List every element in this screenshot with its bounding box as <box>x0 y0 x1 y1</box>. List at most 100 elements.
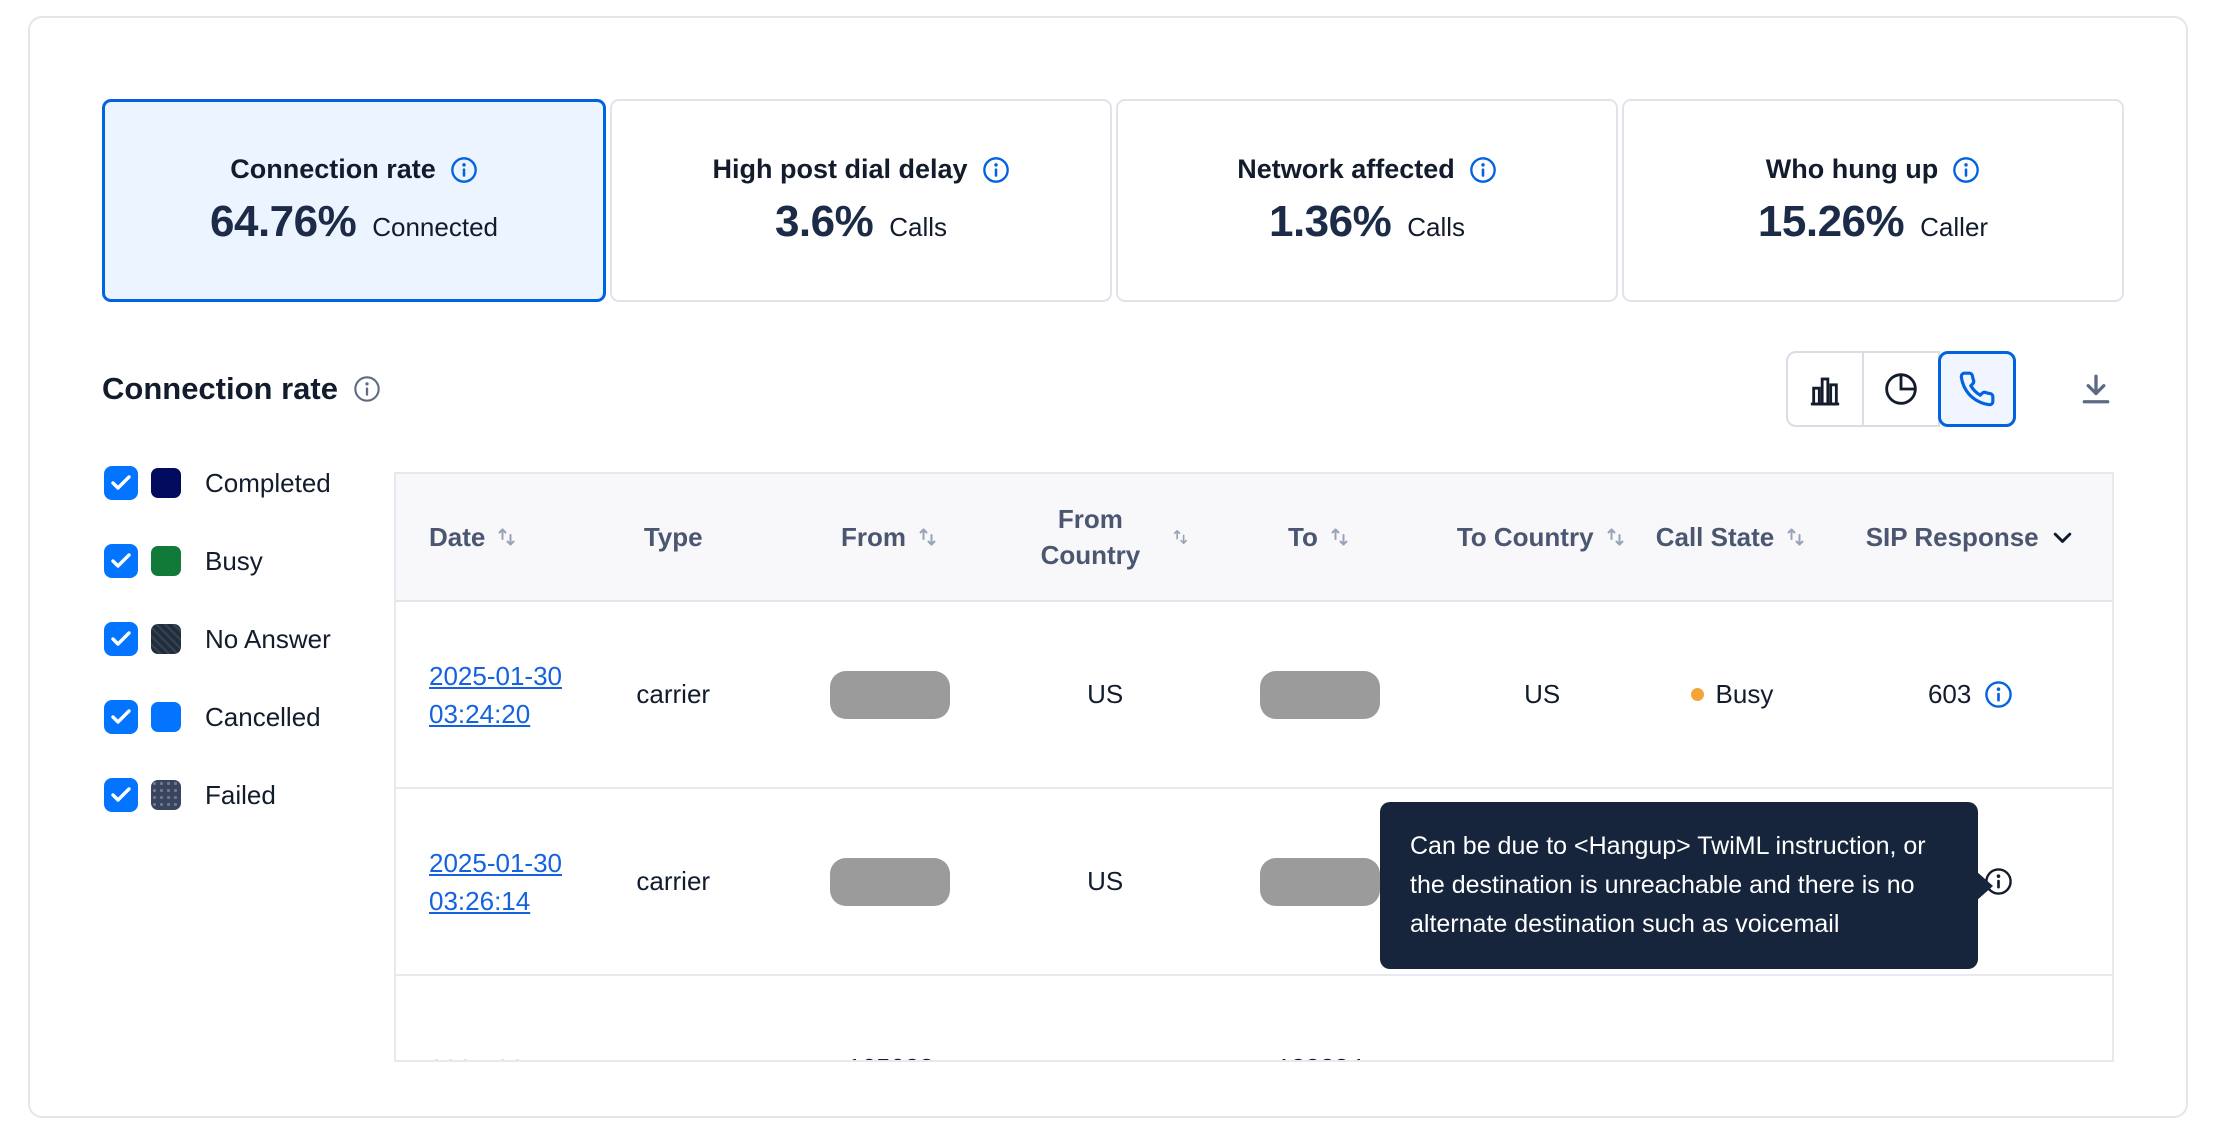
checkbox-checked[interactable] <box>104 778 138 812</box>
from-country-cell: US <box>1020 866 1190 897</box>
stat-card-high-post-dial-delay[interactable]: High post dial delay 3.6% Calls <box>610 99 1112 302</box>
stat-card-who-hung-up[interactable]: Who hung up 15.26% Caller <box>1622 99 2124 302</box>
stat-card-unit: Caller <box>1920 212 1988 243</box>
legend-label: Failed <box>205 780 276 811</box>
download-button[interactable] <box>2068 361 2124 417</box>
column-label: SIP Response <box>1866 519 2039 555</box>
type-cell: carrier <box>586 866 761 897</box>
checkbox-checked[interactable] <box>104 466 138 500</box>
stat-card-unit: Calls <box>1407 212 1465 243</box>
series-legend: Completed Busy No Answer Cancelled <box>104 466 331 812</box>
stat-card-connection-rate[interactable]: Connection rate 64.76% Connected <box>102 99 606 302</box>
series-color-swatch <box>151 624 181 654</box>
column-label: Call State <box>1656 519 1775 555</box>
view-toggle-group <box>1786 351 2016 427</box>
column-label: From <box>841 519 906 555</box>
sort-icon[interactable] <box>916 525 940 549</box>
redacted-number-pill <box>830 858 950 906</box>
column-header-date[interactable]: Date <box>396 519 586 555</box>
to-cell <box>1190 671 1450 719</box>
stat-card-network-affected[interactable]: Network affected 1.36% Calls <box>1116 99 1618 302</box>
info-icon[interactable] <box>450 156 478 184</box>
pie-chart-icon <box>1881 369 1921 409</box>
sip-response-tooltip: Can be due to <Hangup> TwiML instruction… <box>1380 802 1978 969</box>
call-date-link[interactable]: 2025-01-30 03:24:20 <box>429 657 568 733</box>
column-header-call-state[interactable]: Call State <box>1635 519 1830 555</box>
legend-label: Busy <box>205 546 263 577</box>
pie-chart-view-button[interactable] <box>1862 351 1940 427</box>
from-cell <box>761 671 1021 719</box>
info-icon[interactable] <box>353 375 381 403</box>
busy-status-dot <box>1691 688 1704 701</box>
info-icon[interactable] <box>982 156 1010 184</box>
stat-card-label: Network affected <box>1237 154 1455 185</box>
sort-icon[interactable] <box>1171 525 1191 549</box>
sort-icon[interactable] <box>1328 525 1352 549</box>
sort-icon[interactable] <box>1604 525 1628 549</box>
legend-item-completed[interactable]: Completed <box>104 466 331 500</box>
bar-chart-view-button[interactable] <box>1786 351 1864 427</box>
legend-label: Cancelled <box>205 702 321 733</box>
series-color-swatch <box>151 546 181 576</box>
check-icon <box>109 705 133 729</box>
legend-item-failed[interactable]: Failed <box>104 778 331 812</box>
phone-icon <box>1958 370 1996 408</box>
sip-response-cell: 603 <box>1829 679 2112 710</box>
calls-table: Date Type From From Country To To Countr… <box>394 472 2114 1062</box>
info-icon[interactable] <box>1984 680 2013 709</box>
sip-code: 603 <box>1928 679 1971 710</box>
stat-card-value: 64.76% <box>210 197 356 247</box>
section-header: Connection rate <box>102 348 2124 430</box>
checkbox-checked[interactable] <box>104 622 138 656</box>
stat-card-label: Connection rate <box>230 154 436 185</box>
legend-label: No Answer <box>205 624 331 655</box>
sort-icon[interactable] <box>495 525 519 549</box>
call-date-link[interactable]: 2025-01-30 03:26:14 <box>429 844 568 920</box>
column-label: Date <box>429 519 485 555</box>
phone-view-button[interactable] <box>1938 351 2016 427</box>
date-cell: 2025-01-30 03:26:14 <box>396 844 586 920</box>
table-header-row: Date Type From From Country To To Countr… <box>396 474 2112 602</box>
redacted-number-pill <box>1260 671 1380 719</box>
column-label: Type <box>644 519 703 555</box>
download-icon <box>2078 371 2114 407</box>
call-state-cell: Busy <box>1635 679 1830 710</box>
column-header-from[interactable]: From <box>761 519 1021 555</box>
column-label: To <box>1288 519 1318 555</box>
sort-icon[interactable] <box>1784 525 1808 549</box>
legend-item-busy[interactable]: Busy <box>104 544 331 578</box>
from-country-cell: US <box>1020 679 1190 710</box>
series-color-swatch <box>151 702 181 732</box>
call-date-link[interactable]: 2025-02- <box>429 1050 533 1063</box>
date-cell: 2025-02- <box>396 1050 586 1063</box>
column-header-to-country[interactable]: To Country <box>1450 519 1635 555</box>
to-country-cell: US <box>1450 679 1635 710</box>
legend-label: Completed <box>205 468 331 499</box>
series-color-swatch <box>151 468 181 498</box>
redacted-number-pill <box>830 671 950 719</box>
legend-item-cancelled[interactable]: Cancelled <box>104 700 331 734</box>
column-header-type: Type <box>586 519 761 555</box>
check-icon <box>109 627 133 651</box>
to-cell: 188284 <box>1190 1053 1450 1062</box>
column-header-to[interactable]: To <box>1190 519 1450 555</box>
checkbox-checked[interactable] <box>104 544 138 578</box>
section-title: Connection rate <box>102 371 338 407</box>
info-icon[interactable] <box>1469 156 1497 184</box>
stat-card-value: 1.36% <box>1269 197 1391 247</box>
column-header-from-country[interactable]: From Country <box>1020 501 1190 573</box>
column-header-sip-response[interactable]: SIP Response <box>1829 519 2112 555</box>
stat-card-unit: Calls <box>889 212 947 243</box>
stat-card-value: 15.26% <box>1758 197 1904 247</box>
from-cell <box>761 858 1021 906</box>
stat-cards-row: Connection rate 64.76% Connected High po… <box>102 99 2124 302</box>
redacted-number-pill <box>1260 858 1380 906</box>
check-icon <box>109 471 133 495</box>
stat-card-label: Who hung up <box>1766 154 1938 185</box>
chevron-down-icon[interactable] <box>2049 524 2076 551</box>
call-state-label: Busy <box>1716 679 1774 710</box>
stat-card-value: 3.6% <box>775 197 873 247</box>
legend-item-no-answer[interactable]: No Answer <box>104 622 331 656</box>
info-icon[interactable] <box>1952 156 1980 184</box>
checkbox-checked[interactable] <box>104 700 138 734</box>
